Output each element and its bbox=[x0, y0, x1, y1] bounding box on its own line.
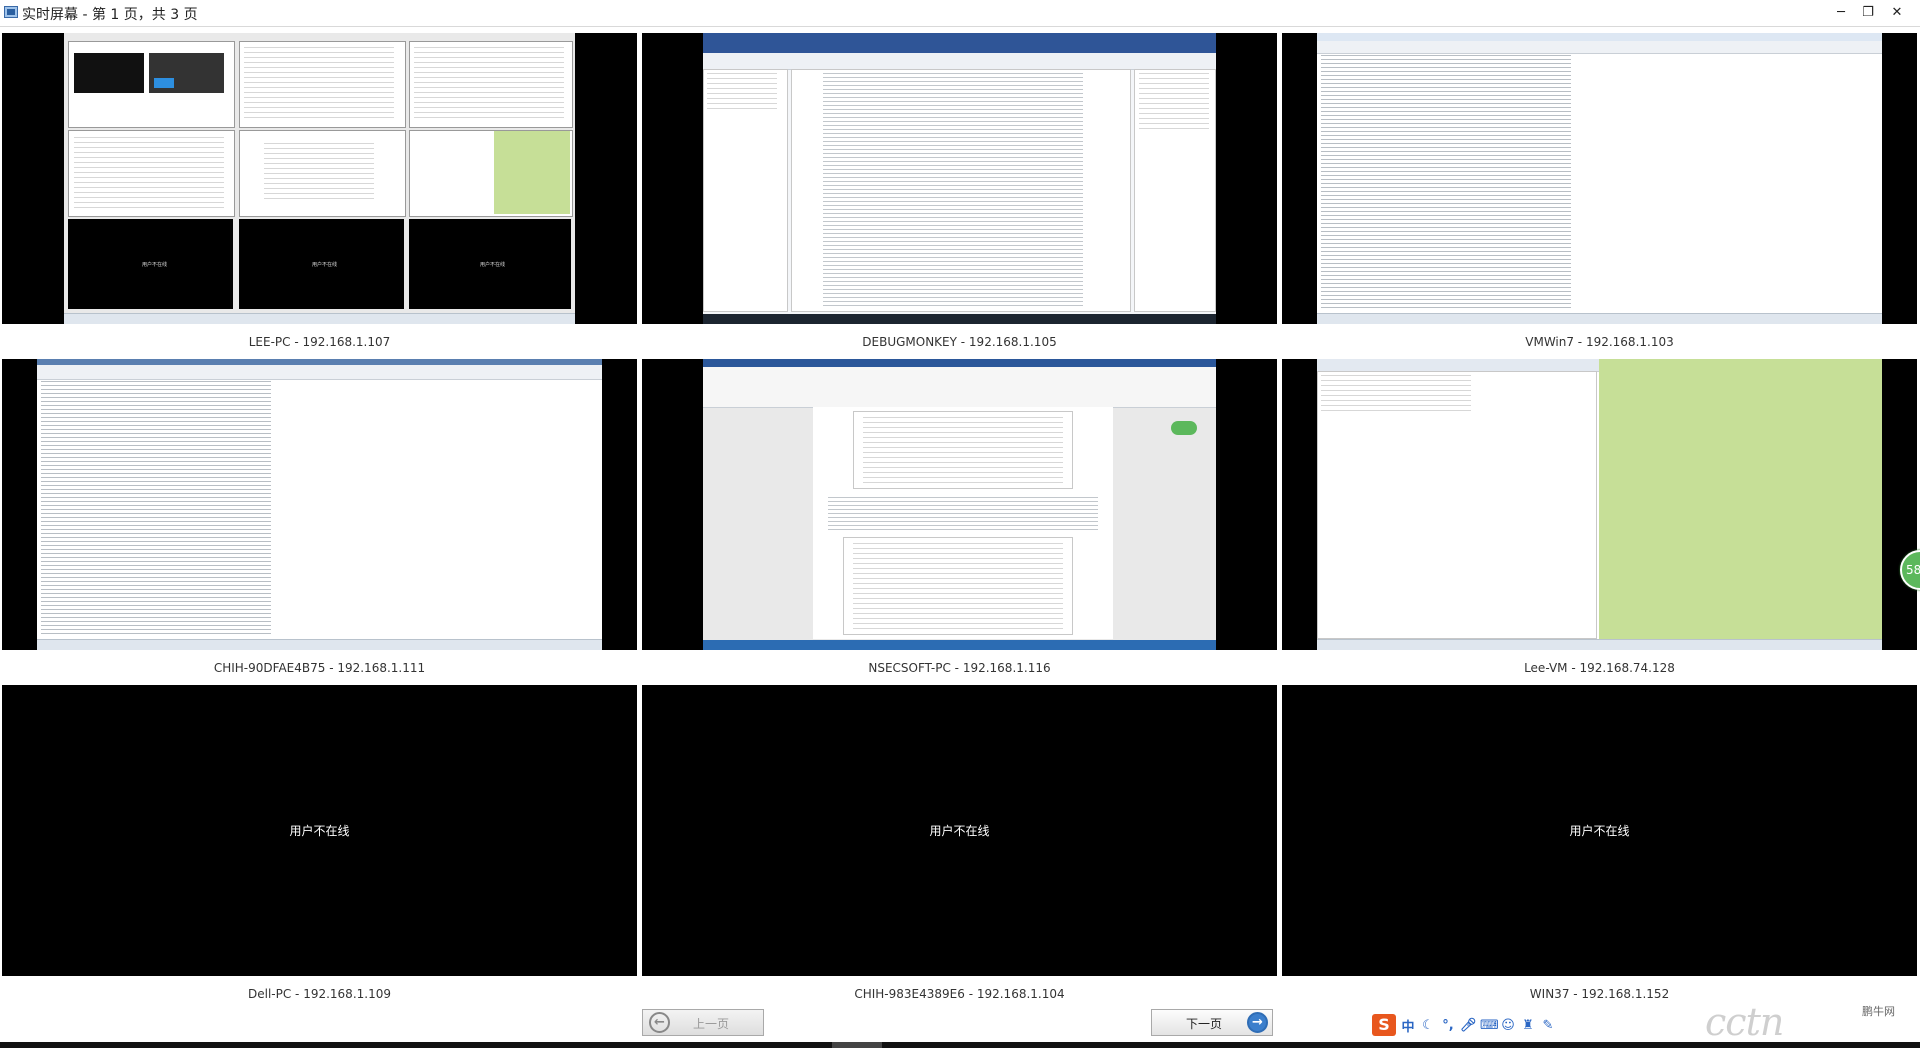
screen-thumbnail-4[interactable] bbox=[2, 359, 637, 650]
punctuation-icon[interactable]: °, bbox=[1440, 1018, 1456, 1033]
minimize-button[interactable]: ─ bbox=[1826, 2, 1856, 24]
screen-thumbnail-9[interactable]: 用户不在线 bbox=[1282, 685, 1917, 976]
screen-cell-1[interactable]: 用户不在线 用户不在线 用户不在线 LEE-PC - 192.168.1.107 bbox=[2, 33, 637, 359]
next-page-button[interactable]: 下一页 → bbox=[1151, 1009, 1273, 1036]
ime-mode-toggle[interactable]: 中 bbox=[1400, 1016, 1416, 1035]
prev-page-button[interactable]: ← 上一页 bbox=[642, 1009, 764, 1036]
wrench-icon[interactable]: ✎ bbox=[1540, 1018, 1556, 1033]
screen-caption-5: NSECSOFT-PC - 192.168.1.116 bbox=[868, 661, 1051, 675]
screen-caption-2: DEBUGMONKEY - 192.168.1.105 bbox=[862, 335, 1057, 349]
remote-desktop-1: 用户不在线 用户不在线 用户不在线 bbox=[64, 33, 575, 324]
screen-cell-9[interactable]: 用户不在线 WIN37 - 192.168.1.152 bbox=[1282, 685, 1917, 1011]
screen-caption-1: LEE-PC - 192.168.1.107 bbox=[248, 335, 391, 349]
prev-page-label: 上一页 bbox=[692, 1017, 729, 1031]
screen-grid: 用户不在线 用户不在线 用户不在线 LEE-PC - 192.168.1.107 bbox=[2, 33, 1917, 1011]
arrow-right-icon: → bbox=[1247, 1012, 1268, 1033]
bottom-tab bbox=[832, 1042, 882, 1048]
watermark-logo: cctn bbox=[1705, 1000, 1784, 1044]
remote-desktop-4 bbox=[37, 359, 602, 650]
watermark-sub: 鹏牛网 bbox=[1862, 1005, 1895, 1018]
app-monitor-icon bbox=[4, 6, 18, 18]
screen-thumbnail-3[interactable] bbox=[1282, 33, 1917, 324]
screen-cell-4[interactable]: CHIH-90DFAE4B75 - 192.168.1.111 bbox=[2, 359, 637, 685]
bottom-strip bbox=[0, 1042, 1920, 1048]
microphone-icon[interactable]: 🎤︎ bbox=[1460, 1018, 1477, 1033]
offline-text: 用户不在线 bbox=[929, 824, 990, 838]
offline-text: 用户不在线 bbox=[1569, 824, 1630, 838]
remote-desktop-3 bbox=[1317, 33, 1882, 324]
screen-cell-2[interactable]: DEBUGMONKEY - 192.168.1.105 bbox=[642, 33, 1277, 359]
screen-thumbnail-6[interactable] bbox=[1282, 359, 1917, 650]
screen-cell-5[interactable]: NSECSOFT-PC - 192.168.1.116 bbox=[642, 359, 1277, 685]
screen-thumbnail-1[interactable]: 用户不在线 用户不在线 用户不在线 bbox=[2, 33, 637, 324]
window-title: 实时屏幕 - 第 1 页，共 3 页 bbox=[22, 7, 198, 23]
screen-caption-8: CHIH-983E4389E6 - 192.168.1.104 bbox=[854, 987, 1065, 1001]
offline-text: 用户不在线 bbox=[289, 824, 350, 838]
screen-thumbnail-5[interactable] bbox=[642, 359, 1277, 650]
screen-caption-3: VMWin7 - 192.168.1.103 bbox=[1525, 335, 1674, 349]
screen-cell-8[interactable]: 用户不在线 CHIH-983E4389E6 - 192.168.1.104 bbox=[642, 685, 1277, 1011]
title-bar: 实时屏幕 - 第 1 页，共 3 页 ─ ❐ ✕ bbox=[0, 0, 1920, 27]
screen-cell-3[interactable]: VMWin7 - 192.168.1.103 bbox=[1282, 33, 1917, 359]
restore-button[interactable]: ❐ bbox=[1853, 2, 1883, 24]
screen-cell-7[interactable]: 用户不在线 Dell-PC - 192.168.1.109 bbox=[2, 685, 637, 1011]
screen-thumbnail-8[interactable]: 用户不在线 bbox=[642, 685, 1277, 976]
screen-caption-7: Dell-PC - 192.168.1.109 bbox=[248, 987, 391, 1001]
screen-cell-6[interactable]: Lee-VM - 192.168.74.128 bbox=[1282, 359, 1917, 685]
close-button[interactable]: ✕ bbox=[1882, 2, 1912, 24]
ime-logo-icon[interactable]: S bbox=[1372, 1014, 1396, 1036]
screen-thumbnail-7[interactable]: 用户不在线 bbox=[2, 685, 637, 976]
keyboard-icon[interactable]: ⌨ bbox=[1480, 1018, 1499, 1033]
remote-desktop-5 bbox=[703, 359, 1216, 650]
screen-caption-4: CHIH-90DFAE4B75 - 192.168.1.111 bbox=[213, 661, 426, 675]
moon-icon[interactable]: ☾ bbox=[1420, 1018, 1436, 1033]
screen-caption-6: Lee-VM - 192.168.74.128 bbox=[1524, 661, 1675, 675]
user-icon[interactable]: ☺ bbox=[1500, 1018, 1516, 1033]
arrow-left-icon: ← bbox=[649, 1012, 670, 1033]
screen-thumbnail-2[interactable] bbox=[642, 33, 1277, 324]
shirt-icon[interactable]: ♜ bbox=[1520, 1018, 1536, 1033]
remote-desktop-6 bbox=[1317, 359, 1882, 650]
remote-desktop-2 bbox=[703, 33, 1216, 324]
screen-caption-9: WIN37 - 192.168.1.152 bbox=[1529, 987, 1670, 1001]
ime-toolbar: S 中 ☾ °, 🎤︎ ⌨ ☺ ♜ ✎ bbox=[1372, 1014, 1580, 1036]
next-page-label: 下一页 bbox=[1185, 1017, 1222, 1031]
